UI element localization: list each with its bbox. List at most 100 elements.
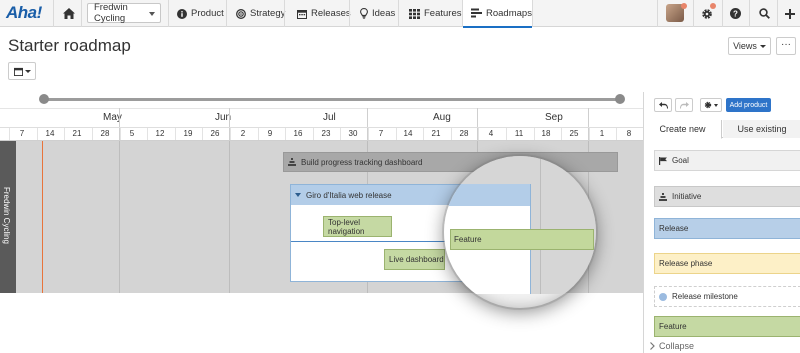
workspace-select[interactable]: Fredwin Cycling [87,2,161,24]
nav-divider [168,0,169,27]
target-icon [236,8,246,19]
add-button[interactable] [783,0,797,27]
info-circle-icon [177,8,187,19]
milestone-dot-icon [659,292,667,301]
days-header: 7142128512192629162330714212841118251815… [0,127,688,141]
nav-label: Releases [311,8,351,19]
day-label: 23 [321,129,331,138]
month-label: Jul [323,112,336,123]
magnifier-overlay: Feature [444,156,596,308]
magnified-feature-bar[interactable]: Feature [450,229,594,250]
collapse-label: Collapse [659,341,695,351]
flag-icon [659,156,667,165]
magnified-release-header [444,184,530,206]
day-label: 18 [541,129,551,138]
initiative-name: Build progress tracking dashboard [301,157,423,167]
feature-bar[interactable]: Top-level navigation [323,216,392,237]
nav-divider [722,0,723,27]
palette-release-milestone[interactable]: Release milestone [654,286,800,307]
nav-divider [777,0,778,27]
day-label: 2 [240,129,246,138]
months-header: May Jun Jul Aug Sep [0,108,643,127]
swimlane-name: Fredwin Cycling [2,187,11,244]
calendar-icon [13,67,23,76]
nav-divider [226,0,227,27]
svg-text:?: ? [733,9,738,18]
search-button[interactable] [757,0,772,27]
nav-tab-features[interactable]: Features [407,0,464,27]
home-button[interactable] [61,0,77,27]
panel-tabs: Create new Use existing [644,120,800,139]
chevron-down-icon [714,103,718,107]
day-label: 30 [348,129,358,138]
day-label: 14 [403,129,413,138]
more-options-button[interactable]: ··· [776,37,796,55]
chevron-down-icon [24,69,31,73]
palette-initiative[interactable]: Initiative [654,186,800,207]
chevron-down-icon[interactable] [295,193,301,197]
nav-tab-roadmaps[interactable]: Roadmaps [463,0,532,28]
feature-name: Feature [454,235,482,244]
nav-tab-product[interactable]: Product [175,0,226,27]
date-range-slider[interactable] [43,98,620,101]
day-label: 1 [599,129,605,138]
tab-create-new[interactable]: Create new [644,120,722,139]
plus-icon [785,8,795,19]
palette-release[interactable]: Release [654,218,800,239]
nav-tab-strategy[interactable]: Strategy [234,0,287,27]
gear-icon [704,101,712,109]
palette-label: Release [659,224,689,233]
day-label: 8 [626,129,632,138]
collapse-toggle[interactable]: Collapse [650,341,694,351]
nav-tab-releases[interactable]: Releases [295,0,353,27]
palette-label: Release phase [659,259,713,268]
initiative-icon [659,192,667,201]
search-icon [759,8,770,19]
day-label: 9 [267,129,273,138]
home-icon [63,8,75,19]
today-marker [42,141,43,293]
day-label: 7 [19,129,25,138]
date-range-button[interactable] [8,62,36,80]
palette-label: Goal [672,156,689,165]
day-label: 7 [378,129,384,138]
slider-start-handle[interactable] [39,94,49,104]
nav-divider [349,0,350,27]
redo-button[interactable] [675,98,693,112]
release-name: Giro d'Italia web release [306,190,392,200]
day-label: 4 [488,129,494,138]
palette-label: Feature [659,322,687,331]
palette-label: Release milestone [672,292,738,301]
day-label: 21 [72,129,82,138]
feature-name: Live dashboard [389,255,444,264]
notification-dot [710,3,716,9]
views-label: Views [733,41,757,51]
nav-label: Product [191,8,224,19]
feature-bar[interactable]: Live dashboard [384,249,445,270]
palette-release-phase[interactable]: Release phase [654,253,800,274]
lane-grid-line [229,141,230,293]
palette-goal[interactable]: Goal [654,150,800,171]
nav-divider [532,0,533,27]
day-label: 26 [210,129,220,138]
aha-logo[interactable]: Aha! [6,3,42,23]
tab-use-existing[interactable]: Use existing [723,120,800,138]
nav-label: Ideas [372,8,396,19]
swimlane-label: Fredwin Cycling [0,141,16,293]
top-navigation: Aha! Fredwin Cycling Product Strategy Re… [0,0,800,28]
panel-settings-button[interactable] [700,98,722,112]
lane-grid-line [119,141,120,293]
help-button[interactable]: ? [728,0,743,27]
nav-tab-ideas[interactable]: Ideas [358,0,397,27]
calendar-icon [297,9,307,19]
add-product-button[interactable]: Add product [726,98,771,112]
views-button[interactable]: Views [728,37,771,55]
slider-end-handle[interactable] [615,94,625,104]
initiative-icon [288,158,296,166]
nav-label: Features [424,8,462,19]
day-label: 25 [569,129,579,138]
chevron-down-icon [149,12,155,16]
undo-button[interactable] [654,98,672,112]
day-label: 5 [129,129,135,138]
palette-feature[interactable]: Feature [654,316,800,337]
